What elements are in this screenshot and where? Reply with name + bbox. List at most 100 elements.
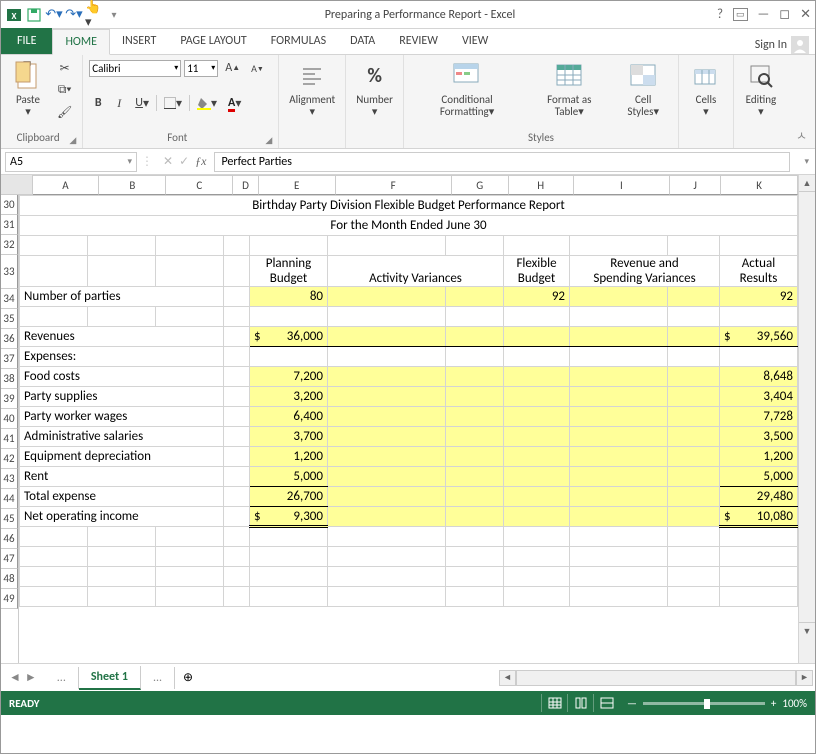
format-as-table-button[interactable]: Format as Table▾ bbox=[528, 58, 610, 120]
cell-styles-button[interactable]: Cell Styles▾ bbox=[614, 58, 671, 120]
row-header[interactable]: 35 bbox=[1, 309, 18, 329]
cell[interactable]: 5,000 bbox=[250, 467, 328, 487]
sheet-tab-sheet1[interactable]: Sheet 1 bbox=[79, 666, 141, 690]
bold-button[interactable]: B bbox=[89, 93, 107, 113]
cell[interactable]: Birthday Party Division Flexible Budget … bbox=[20, 196, 798, 216]
cell[interactable]: Total expense bbox=[20, 487, 224, 507]
cell[interactable]: For the Month Ended June 30 bbox=[20, 216, 798, 236]
col-header[interactable]: D bbox=[233, 175, 259, 195]
format-painter-icon[interactable]: 🖌 bbox=[53, 102, 76, 122]
formula-input[interactable]: Perfect Parties bbox=[214, 152, 790, 172]
cell[interactable]: $9,300 bbox=[250, 507, 328, 527]
cell[interactable]: 80 bbox=[250, 287, 328, 307]
cell[interactable]: 1,200 bbox=[720, 447, 798, 467]
row-header[interactable]: 43 bbox=[1, 469, 18, 489]
row-header[interactable]: 44 bbox=[1, 489, 18, 509]
minimize-icon[interactable]: — bbox=[758, 7, 770, 22]
tab-insert[interactable]: INSERT bbox=[110, 28, 168, 54]
zoom-slider[interactable] bbox=[643, 702, 765, 705]
redo-icon[interactable]: ↷▾ bbox=[65, 6, 83, 24]
row-header[interactable]: 39 bbox=[1, 389, 18, 409]
view-normal-icon[interactable] bbox=[541, 694, 567, 712]
collapse-ribbon-icon[interactable]: ㅅ bbox=[788, 123, 815, 148]
cell[interactable]: FlexibleBudget bbox=[504, 256, 570, 287]
view-page-layout-icon[interactable] bbox=[567, 694, 593, 712]
cell[interactable]: 3,500 bbox=[720, 427, 798, 447]
cell[interactable]: Party worker wages bbox=[20, 407, 224, 427]
cells-table[interactable]: Birthday Party Division Flexible Budget … bbox=[19, 195, 798, 607]
copy-icon[interactable]: ⧉▾ bbox=[53, 80, 76, 100]
cell[interactable]: $10,080 bbox=[720, 507, 798, 527]
undo-icon[interactable]: ↶▾ bbox=[45, 6, 63, 24]
cell[interactable]: Revenues bbox=[20, 327, 224, 347]
row-header[interactable]: 33 bbox=[1, 255, 18, 289]
row-header[interactable]: 49 bbox=[1, 589, 18, 609]
number-button[interactable]: % Number▾ bbox=[352, 58, 397, 120]
fill-color-icon[interactable]: ▾ bbox=[193, 93, 221, 113]
vertical-scrollbar[interactable]: ▲ ▼ bbox=[798, 175, 815, 663]
cell[interactable]: 29,480 bbox=[720, 487, 798, 507]
row-header[interactable]: 36 bbox=[1, 329, 18, 349]
cell[interactable]: Equipment depreciation bbox=[20, 447, 224, 467]
cell[interactable]: Food costs bbox=[20, 367, 224, 387]
conditional-formatting-button[interactable]: Conditional Formatting▾ bbox=[410, 58, 524, 120]
horizontal-scrollbar[interactable]: ◄► bbox=[201, 670, 815, 686]
expand-formula-bar-icon[interactable]: ▾ bbox=[798, 156, 815, 167]
cells-button[interactable]: Cells▾ bbox=[685, 58, 727, 120]
cell[interactable]: Activity Variances bbox=[328, 256, 504, 287]
restore-icon[interactable]: ◻ bbox=[779, 7, 790, 22]
editing-button[interactable]: Editing▾ bbox=[740, 58, 782, 120]
row-header[interactable]: 38 bbox=[1, 369, 18, 389]
col-header[interactable]: A bbox=[33, 175, 100, 195]
tab-view[interactable]: VIEW bbox=[450, 28, 500, 54]
underline-button[interactable]: U▾ bbox=[131, 93, 153, 113]
row-header[interactable]: 32 bbox=[1, 235, 18, 255]
decrease-font-icon[interactable]: A▼ bbox=[247, 58, 268, 78]
tab-scroll-right-icon[interactable]: ► bbox=[25, 670, 37, 685]
cell[interactable]: $39,560 bbox=[720, 327, 798, 347]
ribbon-display-icon[interactable]: ▭ bbox=[733, 8, 748, 21]
tab-file[interactable]: FILE bbox=[1, 28, 52, 54]
increase-font-icon[interactable]: A▲ bbox=[221, 58, 244, 78]
col-header[interactable]: E bbox=[259, 175, 336, 195]
col-header[interactable]: H bbox=[509, 175, 574, 195]
cell[interactable]: 92 bbox=[504, 287, 570, 307]
cell[interactable]: Administrative salaries bbox=[20, 427, 224, 447]
row-header[interactable]: 46 bbox=[1, 529, 18, 549]
tab-page-layout[interactable]: PAGE LAYOUT bbox=[168, 28, 258, 54]
row-header[interactable]: 37 bbox=[1, 349, 18, 369]
cell[interactable]: 92 bbox=[720, 287, 798, 307]
cut-icon[interactable]: ✂ bbox=[53, 58, 76, 78]
fx-icon[interactable]: ƒx bbox=[195, 154, 206, 169]
row-header[interactable]: 45 bbox=[1, 509, 18, 529]
cell[interactable]: PlanningBudget bbox=[250, 256, 328, 287]
italic-button[interactable]: I bbox=[110, 93, 128, 113]
col-header[interactable]: K bbox=[721, 175, 798, 195]
close-icon[interactable]: ✕ bbox=[800, 7, 811, 22]
col-header[interactable]: G bbox=[452, 175, 509, 195]
tab-home[interactable]: HOME bbox=[52, 29, 110, 55]
sheet-tab-more2[interactable]: ... bbox=[141, 667, 175, 689]
cell[interactable]: 1,200 bbox=[250, 447, 328, 467]
row-header[interactable]: 41 bbox=[1, 429, 18, 449]
cell[interactable]: Net operating income bbox=[20, 507, 224, 527]
zoom-out-icon[interactable]: — bbox=[627, 697, 637, 710]
col-header[interactable]: B bbox=[99, 175, 166, 195]
col-header[interactable]: C bbox=[166, 175, 233, 195]
cell[interactable]: Revenue andSpending Variances bbox=[570, 256, 720, 287]
cell[interactable]: 3,200 bbox=[250, 387, 328, 407]
cell[interactable]: ActualResults bbox=[720, 256, 798, 287]
font-size-combo[interactable]: 11▾ bbox=[184, 60, 218, 77]
col-header[interactable]: J bbox=[670, 175, 721, 195]
cell[interactable]: 3,700 bbox=[250, 427, 328, 447]
new-sheet-icon[interactable]: ⊕ bbox=[175, 670, 201, 685]
col-header[interactable]: I bbox=[574, 175, 670, 195]
cell[interactable]: 3,404 bbox=[720, 387, 798, 407]
cell[interactable]: 5,000 bbox=[720, 467, 798, 487]
font-launcher-icon[interactable]: ◢ bbox=[265, 135, 272, 146]
qat-customize-icon[interactable]: ▾ bbox=[105, 6, 123, 24]
cell[interactable]: $36,000 bbox=[250, 327, 328, 347]
name-box[interactable]: A5▾ bbox=[5, 152, 137, 172]
clipboard-launcher-icon[interactable]: ◢ bbox=[69, 135, 76, 146]
tab-formulas[interactable]: FORMULAS bbox=[259, 28, 338, 54]
